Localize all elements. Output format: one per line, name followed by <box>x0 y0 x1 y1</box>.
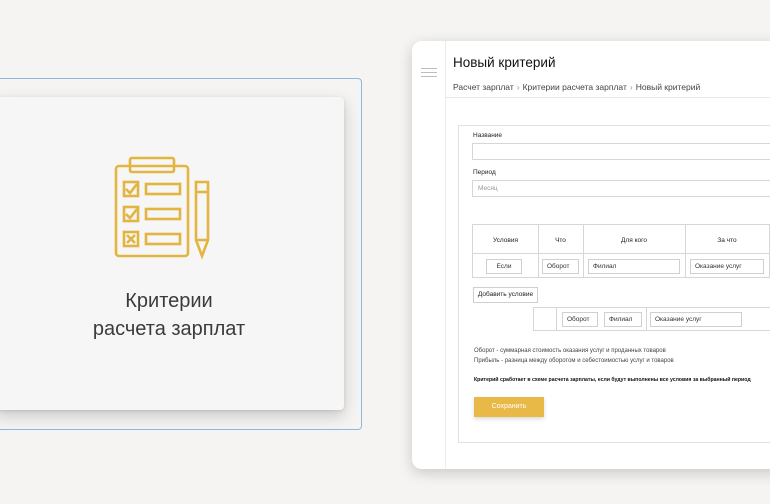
extra-for-whom-select[interactable]: Филиал <box>604 312 642 327</box>
for-whom-select[interactable]: Филиал <box>588 259 680 274</box>
menu-icon[interactable] <box>421 68 437 80</box>
extra-what-select[interactable]: Оборот <box>562 312 598 327</box>
card-title-line1: Критерии <box>125 290 213 312</box>
for-what-select[interactable]: Оказание услуг <box>690 259 764 274</box>
period-label: Период <box>473 169 496 176</box>
clipboard-checklist-icon <box>108 152 218 267</box>
page-title: Новый критерий <box>453 55 556 70</box>
side-rail <box>412 41 446 469</box>
app-window: Новый критерий Расчет зарплат › Критерии р… <box>412 41 770 469</box>
what-select[interactable]: Оборот <box>542 259 579 274</box>
note-turnover: Оборот - суммарная стоимость оказания ус… <box>474 348 666 354</box>
note-profit: Прибыль - разница между оборотом и себес… <box>474 358 674 364</box>
breadcrumb-item-current: Новый критерий <box>635 82 701 92</box>
header-conditions: Условия <box>492 237 519 244</box>
name-label: Название <box>473 132 503 139</box>
conditions-table: Условия Что Для кого За что Если Оборот … <box>472 224 770 278</box>
form-panel <box>458 125 770 443</box>
extra-for-what-select[interactable]: Оказание услуг <box>650 312 742 327</box>
additional-condition-row: Оборот Филиал Оказание услуг <box>533 307 770 331</box>
header-for-what: За что <box>717 237 737 244</box>
condition-if-select[interactable]: Если <box>486 259 522 274</box>
card-title: Критерии расчета зарплат <box>0 287 344 343</box>
breadcrumb-item-criteria[interactable]: Критерии расчета зарплат <box>523 82 627 92</box>
period-select[interactable]: Месяц <box>472 180 770 197</box>
breadcrumb: Расчет зарплат › Критерии расчета зарплат ›… <box>453 82 700 92</box>
salary-criteria-card[interactable]: Критерии расчета зарплат <box>0 97 344 410</box>
name-input[interactable] <box>472 143 770 160</box>
card-title-line2: расчета зарплат <box>92 318 246 340</box>
save-button[interactable]: Сохранить <box>474 397 544 417</box>
note-criterion: Критерий сработает в схеме расчета зарпл… <box>474 377 751 383</box>
header-what: Что <box>555 237 566 244</box>
chevron-right-icon: › <box>629 82 633 92</box>
add-condition-button[interactable]: Добавить условие <box>473 287 538 303</box>
breadcrumb-item-salary[interactable]: Расчет зарплат <box>453 82 514 92</box>
header-for-whom: Для кого <box>621 237 647 244</box>
chevron-right-icon: › <box>516 82 520 92</box>
top-bar: Новый критерий Расчет зарплат › Критерии р… <box>445 41 770 98</box>
